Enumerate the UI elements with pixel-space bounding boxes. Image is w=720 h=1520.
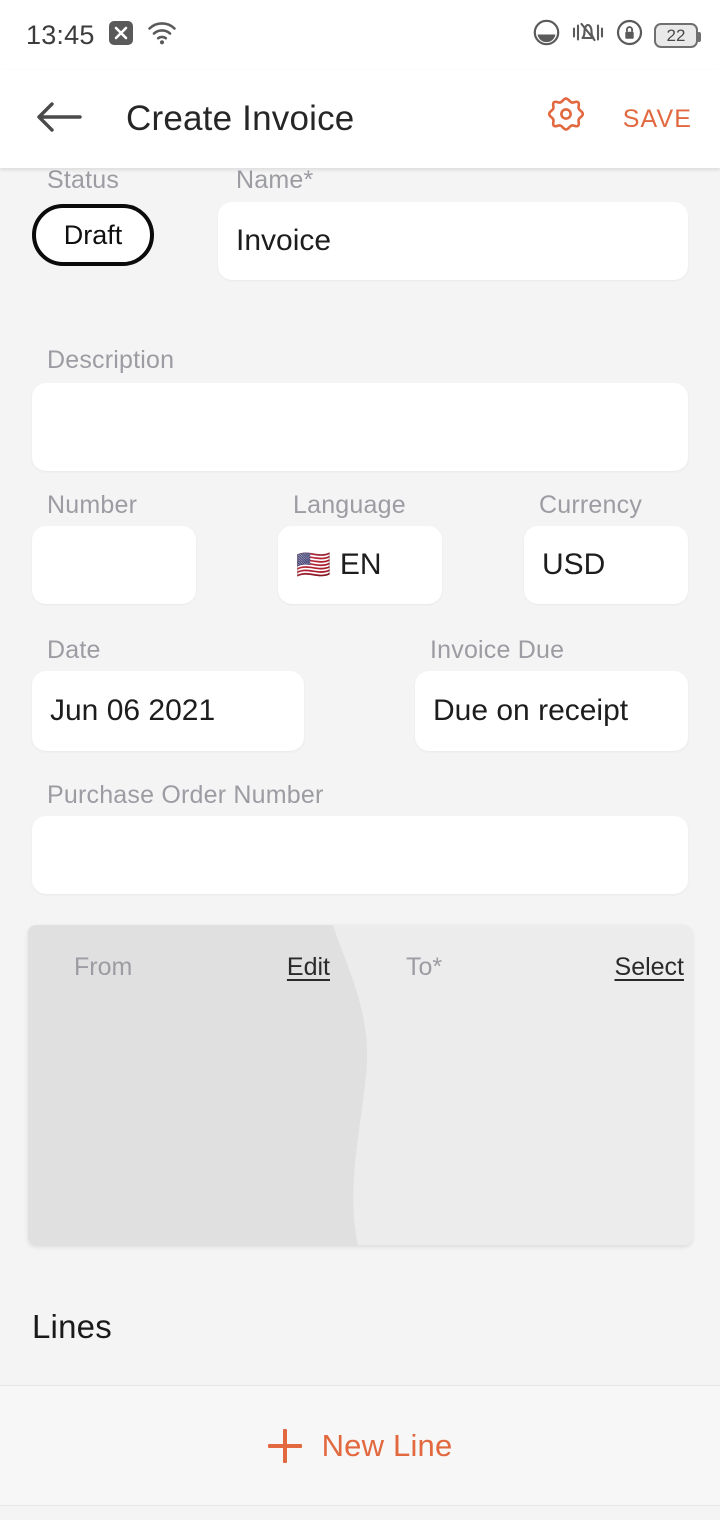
invoice-create-screen: 13:45 22 Create Invoice SAVE Status Draf… (0, 0, 720, 1520)
x-app-icon (108, 20, 134, 51)
invoice-due-field-label: Invoice Due (430, 636, 565, 664)
app-bar: Create Invoice SAVE (0, 70, 720, 168)
gear-icon (542, 93, 590, 146)
new-line-button[interactable]: New Line (0, 1386, 720, 1506)
language-value: EN (339, 548, 382, 581)
from-label: From (74, 953, 133, 981)
language-select[interactable]: 🇺🇸 EN (278, 526, 442, 604)
battery-level: 22 (666, 25, 686, 45)
back-button[interactable] (22, 82, 96, 156)
invoice-form: Status Draft Name* Invoice Description N… (0, 168, 720, 1520)
date-field-label: Date (47, 636, 101, 664)
purchase-order-number-label: Purchase Order Number (47, 781, 324, 809)
date-picker[interactable]: Jun 06 2021 (32, 671, 304, 751)
name-field-label: Name* (236, 166, 314, 194)
battery-indicator: 22 (654, 22, 701, 48)
back-arrow-icon (36, 98, 82, 141)
status-bar: 13:45 22 (0, 0, 720, 70)
us-flag-icon: 🇺🇸 (296, 549, 331, 580)
page-title: Create Invoice (126, 99, 355, 138)
new-line-label: New Line (321, 1428, 453, 1463)
to-select-link[interactable]: Select (615, 953, 684, 982)
party-from-header: From Edit (74, 953, 330, 982)
purchase-order-number-input[interactable] (32, 816, 688, 894)
settings-button[interactable] (539, 92, 593, 146)
party-to-header: To* Select (406, 953, 684, 982)
status-bar-left: 13:45 (26, 20, 177, 51)
currency-field-label: Currency (539, 491, 643, 519)
invoice-due-select[interactable]: Due on receipt (415, 671, 688, 751)
status-bar-right: 22 (533, 19, 701, 51)
status-badge[interactable]: Draft (32, 204, 154, 266)
lines-section-title: Lines (32, 1308, 112, 1345)
lines-divider-bottom (0, 1505, 720, 1506)
wifi-icon (147, 20, 177, 51)
app-bar-actions: SAVE (539, 92, 720, 146)
save-button[interactable]: SAVE (619, 97, 696, 142)
number-input[interactable] (32, 526, 196, 604)
theme-circle-icon (533, 19, 560, 51)
rotation-lock-icon (616, 19, 643, 51)
number-field-label: Number (47, 491, 138, 519)
description-input[interactable] (32, 383, 688, 471)
language-field-label: Language (293, 491, 406, 519)
description-field-label: Description (47, 346, 175, 374)
currency-select[interactable]: USD (524, 526, 688, 604)
status-field-label: Status (47, 166, 120, 194)
plus-icon (267, 1429, 302, 1463)
status-clock: 13:45 (26, 19, 95, 50)
from-edit-link[interactable]: Edit (287, 953, 330, 982)
to-label: To* (406, 953, 443, 981)
vibrate-bell-icon (571, 19, 605, 51)
party-card: From Edit To* Select (28, 925, 692, 1245)
name-input[interactable]: Invoice (218, 202, 688, 280)
